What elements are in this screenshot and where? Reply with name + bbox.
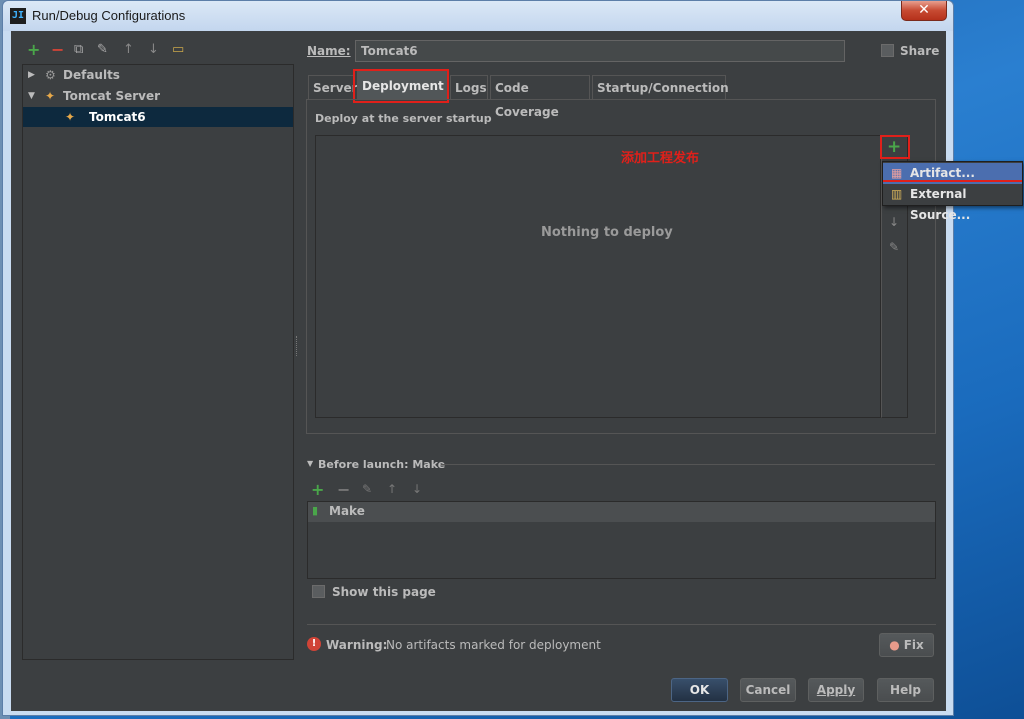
add-deployment-popup: ▦ Artifact... ▥ External Source... xyxy=(882,161,1023,222)
before-launch-label[interactable]: Before launch: Make xyxy=(318,458,445,471)
tree-item-label: Tomcat6 xyxy=(89,110,146,124)
annotation-text: 添加工程发布 xyxy=(621,151,700,166)
highlight-underline xyxy=(883,180,1022,182)
minus-icon[interactable]: − xyxy=(337,480,350,499)
run-debug-dialog: JI Run/Debug Configurations ✕ + − ⧉ ✎ ↑ … xyxy=(2,0,1023,716)
tree-item-label: Defaults xyxy=(63,68,120,82)
show-page-label: Show this page xyxy=(332,585,436,599)
copy-icon[interactable]: ⧉ xyxy=(74,43,83,57)
apply-button[interactable]: Apply xyxy=(808,678,864,702)
window-title: Run/Debug Configurations xyxy=(32,8,186,23)
arrow-up-icon[interactable]: ↑ xyxy=(123,43,134,57)
list-item[interactable]: ▮ Make xyxy=(308,502,935,522)
pencil-icon[interactable]: ✎ xyxy=(889,240,899,254)
tomcat-icon: ✦ xyxy=(45,89,56,103)
pencil-icon[interactable]: ✎ xyxy=(362,482,372,496)
plus-icon[interactable]: + xyxy=(311,480,324,499)
intellij-logo-icon: JI xyxy=(10,8,26,24)
minus-icon[interactable]: − xyxy=(51,42,64,58)
warning-text: No artifacts marked for deployment xyxy=(386,638,601,652)
deployment-list[interactable]: Nothing to deploy xyxy=(315,135,881,418)
splitter-handle[interactable] xyxy=(296,336,299,356)
name-label: Name: xyxy=(307,44,351,58)
chevron-down-icon[interactable]: ▼ xyxy=(28,86,35,106)
show-page-checkbox[interactable] xyxy=(312,585,325,598)
arrow-down-icon[interactable]: ↓ xyxy=(889,215,899,229)
warning-prefix: Warning: xyxy=(326,638,388,652)
share-label: Share xyxy=(900,44,940,58)
bulb-icon: ● xyxy=(889,638,900,652)
before-launch-list[interactable]: ▮ Make xyxy=(307,501,936,579)
arrow-up-icon[interactable]: ↑ xyxy=(387,482,397,496)
ok-button[interactable]: OK xyxy=(671,678,728,702)
share-checkbox[interactable] xyxy=(881,44,894,57)
title-bar[interactable]: JI Run/Debug Configurations ✕ xyxy=(3,1,953,31)
help-button[interactable]: Help xyxy=(877,678,934,702)
chevron-right-icon[interactable]: ▶ xyxy=(28,65,35,85)
configuration-tree[interactable]: ▶ ⚙ Defaults ▼ ✦ Tomcat Server ✦ Tomcat6 xyxy=(22,64,294,660)
section-divider xyxy=(307,624,936,625)
arrow-down-icon[interactable]: ↓ xyxy=(412,482,422,496)
highlight-frame xyxy=(353,69,449,103)
fix-button[interactable]: ● Fix xyxy=(879,633,934,657)
folder-icon[interactable]: ▭ xyxy=(172,43,184,57)
menu-item-label: External Source... xyxy=(910,187,971,222)
empty-state-text: Nothing to deploy xyxy=(541,225,673,240)
arrow-down-icon[interactable]: ↓ xyxy=(148,43,159,57)
warning-icon: ! xyxy=(307,637,321,651)
deploy-section-label: Deploy at the server startup xyxy=(315,112,492,125)
tree-item-label: Tomcat Server xyxy=(63,89,161,103)
tree-item-defaults[interactable]: ▶ ⚙ Defaults xyxy=(23,65,293,85)
plus-icon[interactable]: + xyxy=(27,42,40,58)
tab-startup-connection[interactable]: Startup/Connection xyxy=(592,75,729,99)
menu-item-label: Artifact... xyxy=(910,166,975,180)
collapse-arrow-icon[interactable]: ▼ xyxy=(307,459,313,468)
tab-server[interactable]: Server xyxy=(308,75,358,99)
section-divider xyxy=(441,464,935,465)
make-icon: ▮ xyxy=(312,504,319,517)
wrench-icon: ⚙ xyxy=(45,68,56,82)
highlight-frame xyxy=(880,135,910,159)
tree-item-tomcat-server[interactable]: ▼ ✦ Tomcat Server xyxy=(23,86,293,106)
dialog-content: + − ⧉ ✎ ↑ ↓ ▭ ▶ ⚙ Defaults ▼ ✦ Tomcat Se… xyxy=(11,31,1023,711)
cancel-button[interactable]: Cancel xyxy=(740,678,796,702)
fix-label: Fix xyxy=(903,638,924,652)
wrench-icon[interactable]: ✎ xyxy=(97,43,108,57)
close-window-button[interactable]: ✕ xyxy=(901,1,947,21)
tab-code-coverage[interactable]: Code Coverage xyxy=(490,75,590,119)
list-item-label: Make xyxy=(329,504,365,518)
tomcat-icon: ✦ xyxy=(65,110,76,124)
menu-item-external-source[interactable]: ▥ External Source... xyxy=(883,184,1022,222)
external-source-icon: ▥ xyxy=(891,187,903,201)
tab-logs[interactable]: Logs xyxy=(450,75,488,99)
tree-item-tomcat6[interactable]: ✦ Tomcat6 xyxy=(23,107,293,127)
name-field[interactable]: Tomcat6 xyxy=(355,40,845,62)
